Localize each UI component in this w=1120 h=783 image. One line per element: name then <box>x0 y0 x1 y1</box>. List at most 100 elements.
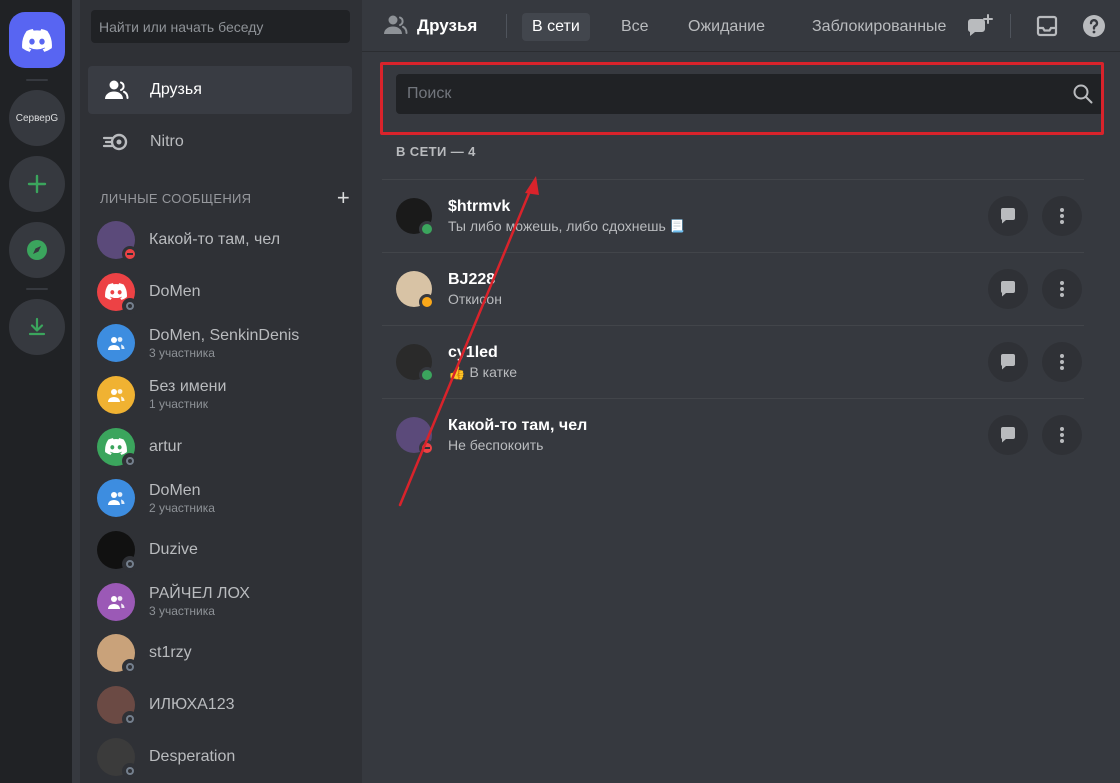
dm-list-item[interactable]: Desperation <box>88 731 352 783</box>
avatar <box>97 220 138 262</box>
tab-blocked[interactable]: Заблокированные <box>802 13 960 41</box>
dm-text: DoMen, SenkinDenis 3 участника <box>149 327 299 360</box>
friend-name: BJ228 <box>448 271 496 288</box>
friend-row[interactable]: BJ228 Откисон <box>382 252 1084 325</box>
dm-text: РАЙЧЕЛ ЛОХ 3 участника <box>149 585 250 618</box>
dm-text: Какой-то там, чел <box>149 231 280 249</box>
friend-row[interactable]: $htrmvk Ты либо можешь, либо сдохнешь 📃 <box>382 179 1084 252</box>
status-indicator <box>122 711 138 728</box>
friends-icon <box>102 78 130 102</box>
tab-online[interactable]: В сети <box>522 13 590 41</box>
dm-list-item[interactable]: DoMen 2 участника <box>88 472 352 524</box>
more-options-button[interactable] <box>1042 342 1082 382</box>
friend-status-text: Откисон <box>448 291 502 307</box>
avatar <box>97 272 138 314</box>
dm-list-item[interactable]: DoMen, SenkinDenis 3 участника <box>88 317 352 369</box>
avatar <box>97 634 138 676</box>
dm-name: Duzive <box>149 540 198 558</box>
dm-member-count: 3 участника <box>149 345 215 360</box>
nav-friends[interactable]: Друзья <box>88 66 352 114</box>
server-icon-button[interactable]: СерверG <box>9 90 65 146</box>
dm-member-count: 2 участника <box>149 500 215 515</box>
header-divider <box>1010 14 1011 38</box>
status-indicator <box>122 659 138 676</box>
dm-name: DoMen <box>149 481 201 499</box>
chat-bubble-icon <box>1000 208 1015 224</box>
find-conversation-label: Найти или начать беседу <box>99 18 264 35</box>
friend-status-text: Не беспокоить <box>448 437 544 453</box>
search-icon <box>1072 83 1094 109</box>
dm-list-item[interactable]: РАЙЧЕЛ ЛОХ 3 участника <box>88 576 352 628</box>
discord-logo-icon <box>22 28 52 52</box>
chat-bubble-icon <box>1000 427 1015 443</box>
status-indicator <box>419 221 435 237</box>
inbox-icon[interactable] <box>1033 12 1061 40</box>
dm-list-item[interactable]: st1rzy <box>88 628 352 680</box>
dm-name: Какой-то там, чел <box>149 230 281 248</box>
status-indicator <box>122 762 138 779</box>
friend-custom-status: Ты либо можешь, либо сдохнешь 📃 <box>448 218 685 234</box>
dm-list-item[interactable]: DoMen <box>88 266 352 318</box>
friend-text: BJ228 Откисон <box>448 271 502 307</box>
status-emoji-icon: 👍 <box>448 363 466 380</box>
kebab-menu-icon <box>1060 354 1064 370</box>
new-group-dm-icon[interactable] <box>966 12 994 40</box>
status-indicator <box>419 294 435 310</box>
home-button[interactable] <box>9 12 65 68</box>
status-indicator <box>122 297 138 314</box>
server-rail: СерверG <box>0 0 72 783</box>
dm-list-item[interactable]: artur <box>88 421 352 473</box>
more-options-button[interactable] <box>1042 196 1082 236</box>
nav-nitro[interactable]: Nitro <box>88 118 352 166</box>
friend-text: $htrmvk Ты либо можешь, либо сдохнешь 📃 <box>448 198 685 234</box>
friend-name: Какой-то там, чел <box>448 417 588 434</box>
dm-list-item[interactable]: Duzive <box>88 524 352 576</box>
message-button[interactable] <box>988 269 1028 309</box>
download-apps-button[interactable] <box>9 299 65 355</box>
find-conversation-button[interactable]: Найти или начать беседу <box>91 10 350 43</box>
nitro-icon <box>102 130 130 154</box>
avatar <box>97 479 135 518</box>
dm-list-item[interactable]: Без имени 1 участник <box>88 369 352 421</box>
avatar <box>97 375 135 414</box>
dm-list-item[interactable]: ИЛЮХА123 <box>88 679 352 731</box>
dm-list-item[interactable]: Какой-то там, чел <box>88 214 352 266</box>
status-indicator <box>122 452 138 469</box>
message-button[interactable] <box>988 342 1028 382</box>
help-icon[interactable] <box>1080 12 1108 40</box>
friend-text: cy1led 👍 В катке <box>448 344 517 381</box>
friend-row[interactable]: cy1led 👍 В катке <box>382 325 1084 398</box>
explore-servers-button[interactable] <box>9 222 65 278</box>
friend-list: $htrmvk Ты либо можешь, либо сдохнешь 📃 BJ2… <box>382 179 1084 471</box>
more-options-button[interactable] <box>1042 269 1082 309</box>
dm-text: DoMen 2 участника <box>149 482 215 515</box>
avatar <box>97 427 138 469</box>
discord-logo-icon <box>105 283 127 300</box>
avatar <box>396 417 435 456</box>
tab-pending[interactable]: Ожидание <box>678 13 775 41</box>
download-icon <box>28 317 46 336</box>
add-server-button[interactable] <box>9 156 65 212</box>
friends-search-input[interactable] <box>396 74 1104 114</box>
dm-text: Desperation <box>149 748 235 766</box>
friend-custom-status: Откисон <box>448 291 502 307</box>
friend-status-text: В катке <box>469 364 518 380</box>
plus-icon <box>27 174 47 194</box>
friend-row[interactable]: Какой-то там, чел Не беспокоить <box>382 398 1084 471</box>
friends-topbar: Друзья В сети Все Ожидание Заблокированн… <box>362 0 1120 52</box>
dm-text: st1rzy <box>149 644 192 662</box>
group-icon <box>108 388 125 402</box>
discord-logo-icon <box>105 438 127 455</box>
avatar <box>97 530 138 572</box>
kebab-menu-icon <box>1060 281 1064 297</box>
dm-name: Desperation <box>149 747 236 765</box>
dm-member-count: 3 участника <box>149 604 215 619</box>
group-icon <box>108 337 125 351</box>
more-options-button[interactable] <box>1042 415 1082 455</box>
create-dm-button[interactable]: + <box>337 187 352 209</box>
friend-name: $htrmvk <box>448 198 511 215</box>
message-button[interactable] <box>988 196 1028 236</box>
message-button[interactable] <box>988 415 1028 455</box>
group-icon <box>108 595 125 609</box>
tab-all[interactable]: Все <box>611 13 659 41</box>
